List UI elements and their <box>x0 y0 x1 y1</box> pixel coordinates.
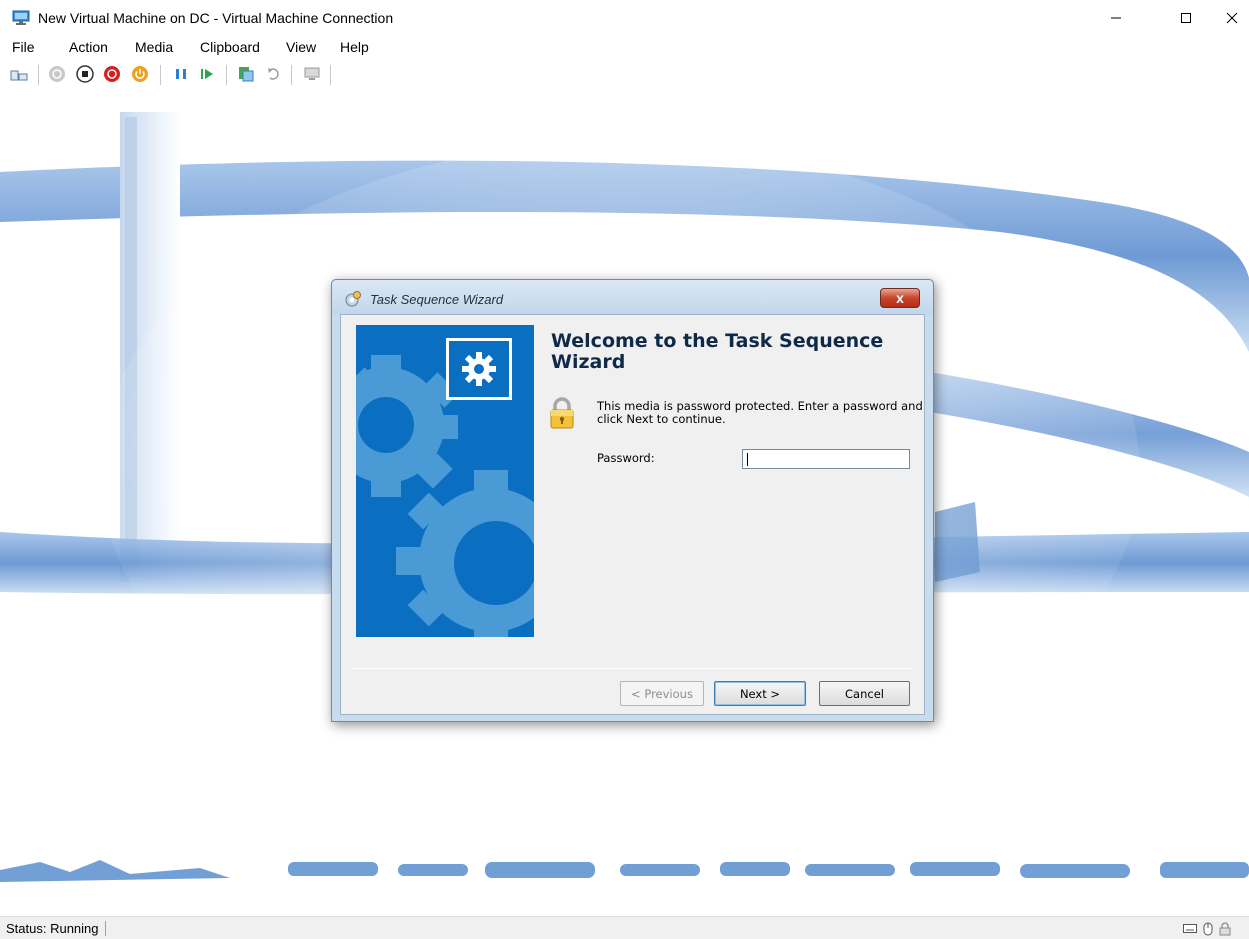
wizard-heading: Welcome to the Task Sequence Wizard <box>551 330 884 373</box>
dialog-title: Task Sequence Wizard <box>370 292 504 307</box>
menu-action[interactable]: Action <box>69 39 108 55</box>
vm-screen[interactable]: Task Sequence Wizard x Welcome to the Ta… <box>0 92 1249 914</box>
password-message: This media is password protected. Enter … <box>597 399 923 426</box>
dialog-divider <box>353 668 913 669</box>
password-label: Password: <box>597 451 655 465</box>
task-sequence-wizard-dialog: Task Sequence Wizard x Welcome to the Ta… <box>331 279 934 722</box>
window-title: New Virtual Machine on DC - Virtual Mach… <box>38 10 394 26</box>
lock-icon <box>548 396 576 430</box>
close-button[interactable] <box>1209 0 1249 36</box>
text-caret <box>747 453 748 466</box>
minimize-button[interactable] <box>1093 0 1139 36</box>
status-text: Status: Running <box>6 921 106 936</box>
power-icon <box>132 66 148 82</box>
menu-file[interactable]: File <box>12 39 35 55</box>
minimize-icon <box>1111 17 1121 19</box>
keyboard-icon <box>1183 922 1197 935</box>
menu-view[interactable]: View <box>286 39 316 55</box>
menu-media[interactable]: Media <box>135 39 173 55</box>
settings-gear-box <box>446 338 512 400</box>
resume-button[interactable] <box>198 65 216 83</box>
shut-down-button[interactable] <box>103 65 121 83</box>
maximize-icon <box>1181 13 1191 23</box>
enhanced-session-button[interactable] <box>303 65 321 83</box>
lock-status-icon <box>1219 922 1233 936</box>
menu-help[interactable]: Help <box>340 39 369 55</box>
toolbar <box>0 60 1249 90</box>
vm-connection-icon <box>12 10 30 26</box>
dialog-close-button[interactable]: x <box>880 288 920 308</box>
wizard-banner <box>356 325 534 637</box>
enhanced-session-icon <box>304 67 320 80</box>
menu-clipboard[interactable]: Clipboard <box>200 39 260 55</box>
window-titlebar: New Virtual Machine on DC - Virtual Mach… <box>0 0 1249 36</box>
dialog-titlebar: Task Sequence Wizard x <box>332 280 933 314</box>
start-button[interactable] <box>48 65 66 83</box>
status-bar: Status: Running <box>0 916 1249 939</box>
ctrl-alt-del-icon <box>10 70 28 81</box>
pause-icon <box>176 69 186 79</box>
close-icon <box>1226 12 1238 24</box>
close-icon: x <box>896 290 904 306</box>
ctrl-alt-del-button[interactable] <box>10 65 28 83</box>
resume-icon <box>201 69 213 79</box>
previous-button[interactable]: < Previous <box>620 681 704 706</box>
next-button[interactable]: Next > <box>714 681 806 706</box>
password-input[interactable] <box>742 449 910 469</box>
checkpoint-icon <box>239 67 254 82</box>
revert-icon <box>268 68 279 80</box>
menu-bar: File Action Media Clipboard View Help <box>0 36 1249 58</box>
mouse-icon <box>1203 922 1217 936</box>
cancel-button[interactable]: Cancel <box>819 681 910 706</box>
gear-icon <box>462 352 496 386</box>
dialog-body: Welcome to the Task Sequence Wizard This… <box>340 314 925 715</box>
start-icon <box>49 66 65 82</box>
turn-off-icon <box>76 65 94 83</box>
pause-button[interactable] <box>172 65 190 83</box>
checkpoint-button[interactable] <box>237 65 255 83</box>
revert-button[interactable] <box>264 65 282 83</box>
power-button[interactable] <box>131 65 149 83</box>
wizard-icon <box>344 290 362 308</box>
shut-down-icon <box>104 66 120 82</box>
maximize-button[interactable] <box>1163 0 1209 36</box>
turn-off-button[interactable] <box>76 65 94 83</box>
